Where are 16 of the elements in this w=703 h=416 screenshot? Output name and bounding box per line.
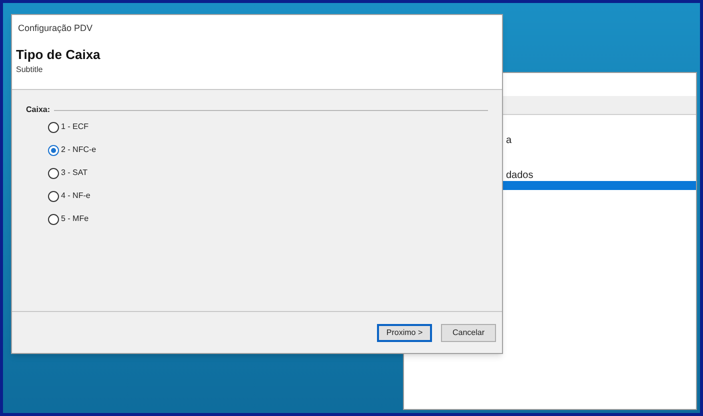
page-heading: Tipo de Caixa xyxy=(16,46,102,64)
radio-label: 3 - SAT xyxy=(61,167,88,179)
window-title: Configuração PDV xyxy=(18,22,94,35)
radio-button[interactable] xyxy=(48,214,59,224)
radio-label: 2 - NFC-e xyxy=(61,144,96,156)
cancel-button[interactable]: Cancelar xyxy=(441,324,496,342)
radio-label: 4 - NF-e xyxy=(61,190,90,202)
group-label: Caixa: xyxy=(26,104,50,116)
radio-button[interactable] xyxy=(48,168,59,178)
next-button[interactable]: Proximo > xyxy=(377,324,432,342)
radio-button[interactable] xyxy=(48,190,59,202)
radio-button[interactable] xyxy=(48,144,59,156)
radio-button[interactable] xyxy=(48,122,59,132)
radio-label: 1 - ECF xyxy=(61,121,89,133)
page-subtitle: Subtitle xyxy=(16,64,44,76)
radio-label: 5 - MFe xyxy=(61,213,89,225)
